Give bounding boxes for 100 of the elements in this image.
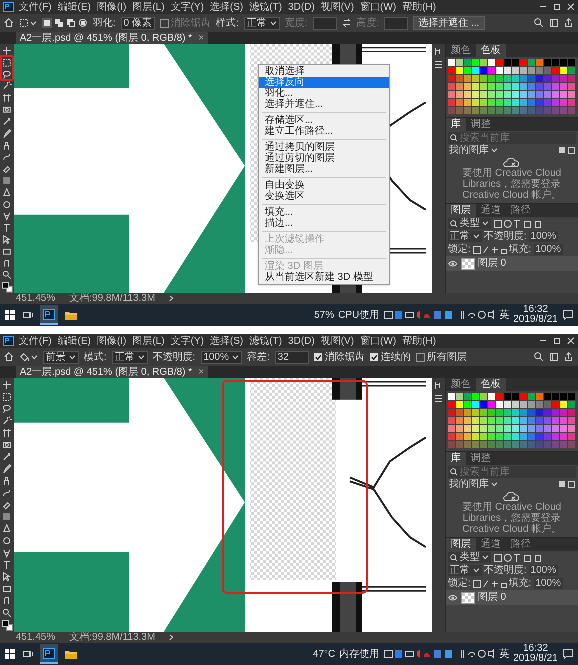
clock-date[interactable]: 2019/8/21 xyxy=(514,315,558,325)
menu-item[interactable]: 存储选区... xyxy=(259,115,389,126)
tool-icon[interactable] xyxy=(2,200,12,210)
maximize-icon[interactable] xyxy=(553,3,561,11)
dropdown[interactable]: 正常 xyxy=(112,350,148,364)
visibility-icon[interactable] xyxy=(448,260,458,268)
checkbox[interactable]: 所有图层 xyxy=(416,352,467,362)
tool-icon[interactable] xyxy=(2,404,12,414)
tool-icon[interactable] xyxy=(2,464,12,474)
menu-item[interactable]: 建立工作路径... xyxy=(259,126,389,137)
menu-item[interactable]: 编辑(E) xyxy=(56,2,92,12)
tab-close-button[interactable]: × xyxy=(198,32,204,44)
blend-mode-dropdown[interactable]: 正常 xyxy=(448,231,482,242)
menu-item[interactable]: 文字(Y) xyxy=(170,2,206,12)
menu-item[interactable]: 从当前选区新建 3D 模型 xyxy=(259,272,389,283)
home-icon[interactable] xyxy=(4,352,14,362)
tool-icon[interactable] xyxy=(2,380,12,390)
panel-tab[interactable]: 颜色 xyxy=(446,44,476,57)
menu-item[interactable]: 选择反向 xyxy=(259,77,389,88)
menu-item[interactable]: 通过拷贝的图层 xyxy=(259,142,389,153)
tool-icon[interactable] xyxy=(2,81,12,92)
tool-icon[interactable] xyxy=(2,46,12,56)
clock-date[interactable]: 2019/8/21 xyxy=(514,654,558,664)
menu-item[interactable]: 滤镜(T) xyxy=(248,2,284,12)
task-view-icon[interactable] xyxy=(22,648,34,660)
opacity-field[interactable]: 100% xyxy=(528,231,558,242)
history-icon[interactable] xyxy=(434,47,443,56)
menu-item[interactable]: 文字(Y) xyxy=(170,336,206,346)
paint-bucket-icon[interactable] xyxy=(19,352,30,362)
library-dropdown[interactable]: 我的图库 xyxy=(449,479,498,490)
layer-row[interactable]: 图层 0 xyxy=(446,590,578,605)
properties-icon[interactable] xyxy=(434,60,443,69)
menu-item[interactable]: 图像(I) xyxy=(96,336,128,346)
fill-field[interactable]: 100% xyxy=(534,578,564,589)
tool-icon[interactable] xyxy=(2,428,12,438)
menu-item[interactable]: 变换选区 xyxy=(259,191,389,202)
color-swatches-icon[interactable] xyxy=(2,620,12,631)
fill-field[interactable]: 100% xyxy=(534,244,564,255)
menu-item[interactable]: 图层(L) xyxy=(132,336,166,346)
menu-item[interactable]: 帮助(H) xyxy=(401,336,438,346)
menu-item[interactable]: 视图(V) xyxy=(320,2,356,12)
menu-item[interactable]: 取消选择 xyxy=(259,66,389,77)
tool-icon[interactable] xyxy=(2,270,12,280)
menu-item[interactable]: 视图(V) xyxy=(320,336,356,346)
chevron-right-icon[interactable] xyxy=(169,634,176,641)
panel-tab[interactable]: 色板 xyxy=(476,378,506,391)
menu-item[interactable]: 填充... xyxy=(259,207,389,218)
tool-icon[interactable] xyxy=(2,235,12,245)
document-tab[interactable]: A2一层.psd @ 451% (图层 0, RGB/8) * xyxy=(20,32,192,44)
blend-mode-dropdown[interactable]: 正常 xyxy=(448,565,482,576)
menu-item[interactable]: 选择并遮住... xyxy=(259,99,389,110)
close-icon[interactable] xyxy=(567,3,575,11)
windows-start-icon[interactable] xyxy=(4,309,16,321)
panel-tab[interactable]: 调整 xyxy=(466,118,496,131)
lock-icons[interactable] xyxy=(472,246,507,254)
menu-item[interactable]: 自由变换 xyxy=(259,180,389,191)
dropdown[interactable]: 前景 xyxy=(43,350,79,364)
panel-tab[interactable]: 色板 xyxy=(476,44,506,57)
properties-icon[interactable] xyxy=(434,394,443,403)
close-icon[interactable] xyxy=(567,337,575,345)
panel-tab[interactable]: 图层 xyxy=(446,204,476,217)
menu-item[interactable]: 文件(F) xyxy=(18,2,53,12)
filter-dropdown[interactable]: 类型 xyxy=(448,218,491,229)
input-method-indicator[interactable]: 英 xyxy=(500,648,510,660)
panel-tab[interactable]: 库 xyxy=(446,118,466,131)
menu-item[interactable]: 3D(D) xyxy=(287,336,316,346)
folder-icon[interactable] xyxy=(64,648,78,660)
tool-icon[interactable] xyxy=(2,116,12,127)
tool-icon[interactable] xyxy=(2,258,12,268)
tool-icon[interactable] xyxy=(2,416,12,426)
notification-icon[interactable] xyxy=(562,309,574,321)
checkbox[interactable]: 连续的 xyxy=(370,352,411,362)
tool-icon[interactable] xyxy=(2,246,12,257)
tab-close-button[interactable]: × xyxy=(198,366,204,378)
history-icon[interactable] xyxy=(434,381,443,390)
chevron-right-icon[interactable] xyxy=(169,295,176,302)
workspace-icon[interactable] xyxy=(549,18,559,28)
system-tray-icons[interactable] xyxy=(460,649,496,659)
tool-icon[interactable] xyxy=(2,188,12,198)
layer-filter-icons[interactable] xyxy=(494,554,544,562)
tool-icon[interactable] xyxy=(2,128,12,138)
tool-icon[interactable] xyxy=(2,164,12,174)
color-swatches-icon[interactable] xyxy=(2,282,12,294)
menu-item[interactable]: 帮助(H) xyxy=(401,2,438,12)
workspace-icon[interactable] xyxy=(549,352,559,362)
menu-item[interactable]: 窗口(W) xyxy=(359,336,398,346)
maximize-icon[interactable] xyxy=(553,337,561,345)
layer-row[interactable]: 图层 0 xyxy=(446,256,578,271)
dropdown[interactable]: 100% xyxy=(200,350,242,364)
panel-tab[interactable]: 通道 xyxy=(476,204,506,217)
library-dropdown[interactable]: 我的图库 xyxy=(449,145,498,156)
search-icon[interactable] xyxy=(534,18,544,28)
photoshop-app-icon[interactable] xyxy=(40,305,58,325)
caret-icon[interactable] xyxy=(30,20,37,26)
tool-icon[interactable] xyxy=(2,140,12,150)
menu-item[interactable]: 滤镜(T) xyxy=(248,336,284,346)
task-view-icon[interactable] xyxy=(22,309,34,321)
panel-tab[interactable]: 调整 xyxy=(466,452,496,465)
panel-tab[interactable]: 库 xyxy=(446,452,466,465)
menu-item[interactable]: 选择(S) xyxy=(209,2,244,12)
